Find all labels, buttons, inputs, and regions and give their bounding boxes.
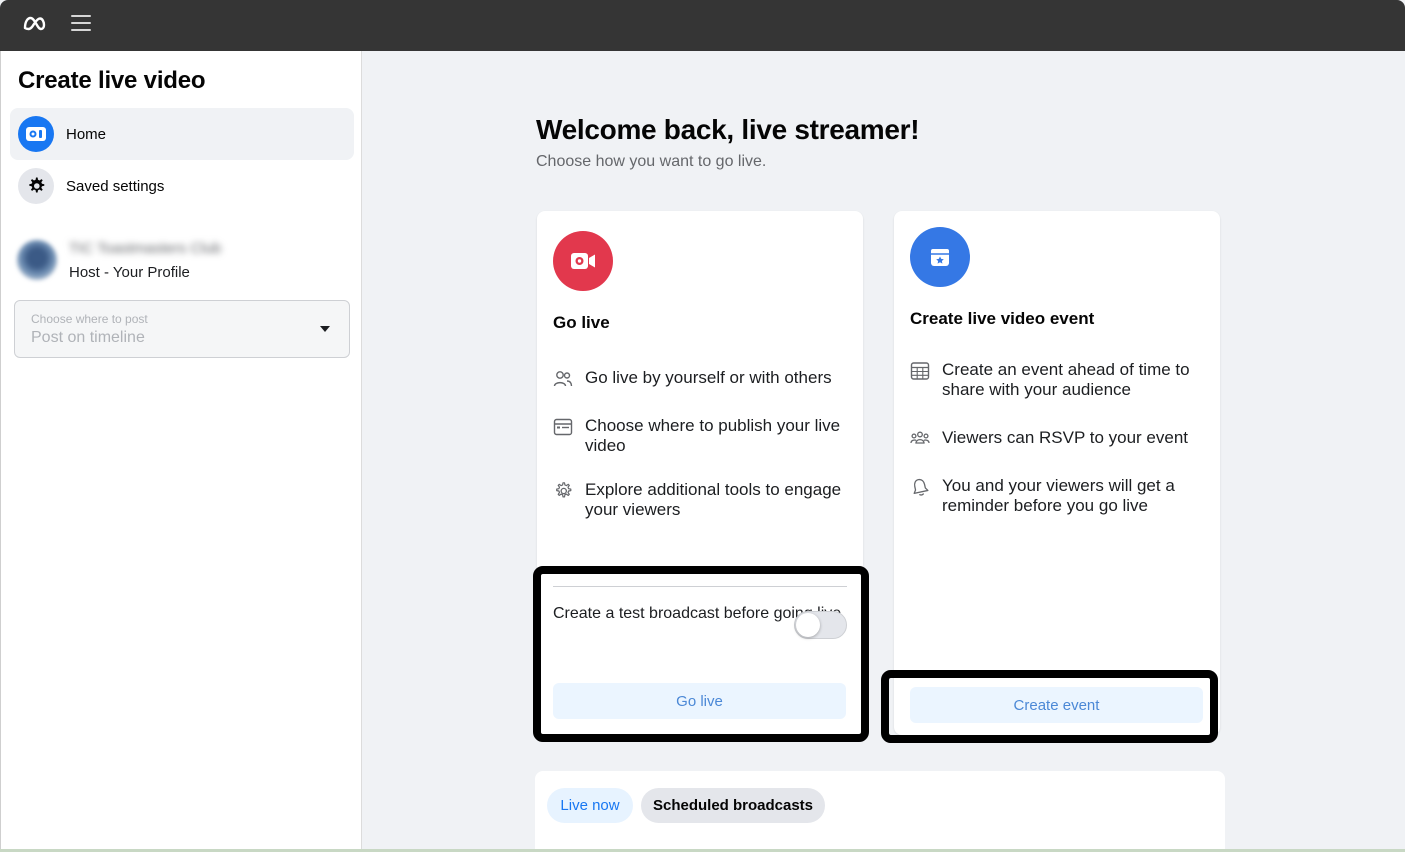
top-bar [0, 0, 1405, 51]
tab-live-now[interactable]: Live now [547, 788, 633, 823]
live-video-camera-icon [18, 116, 54, 152]
go-live-title: Go live [553, 313, 610, 332]
post-destination-select[interactable]: Choose where to post Post on timeline [14, 300, 350, 358]
calendar-star-icon [910, 227, 970, 287]
feature-text: Choose where to publish your live video [585, 416, 841, 455]
feature-text: Viewers can RSVP to your event [942, 428, 1189, 447]
profile-selector[interactable]: TIC Toastmasters Club Host - Your Profil… [17, 236, 347, 284]
post-destination-label: Choose where to post [31, 312, 148, 326]
people-icon [553, 371, 573, 387]
feature-text: Explore additional tools to engage your … [585, 480, 842, 519]
feature-text: Go live by yourself or with others [585, 368, 832, 387]
toggle-knob [796, 613, 820, 637]
avatar [17, 240, 57, 280]
feature-text: Create an event ahead of time to share w… [942, 360, 1190, 399]
calendar-grid-icon [910, 362, 930, 380]
bell-icon [913, 478, 929, 496]
feature-item: Choose where to publish your live video [553, 416, 853, 456]
hamburger-menu-icon[interactable] [71, 15, 91, 35]
create-event-title: Create live video event [910, 309, 1095, 328]
broadcasts-panel: Live now Scheduled broadcasts [535, 771, 1225, 852]
feature-item: You and your viewers will get a reminder… [910, 476, 1210, 516]
go-live-card: Go live Go live by yourself or with othe… [537, 211, 863, 735]
feature-item: Create an event ahead of time to share w… [910, 360, 1210, 400]
sidebar-item-home[interactable]: Home [10, 108, 354, 160]
feature-text: You and your viewers will get a reminder… [942, 476, 1175, 515]
post-destination-value: Post on timeline [31, 329, 145, 346]
group-icon [910, 431, 930, 444]
divider [553, 586, 847, 587]
gear-icon [18, 168, 54, 204]
profile-name: TIC Toastmasters Club [69, 239, 222, 257]
go-live-button[interactable]: Go live [553, 683, 846, 719]
live-camera-icon [553, 231, 613, 291]
meta-logo-icon[interactable] [22, 13, 46, 35]
feature-item: Viewers can RSVP to your event [910, 428, 1210, 449]
feature-item: Go live by yourself or with others [553, 368, 853, 389]
profile-role: Host - Your Profile [69, 263, 190, 281]
browser-window-icon [553, 418, 573, 436]
page-title: Welcome back, live streamer! [536, 114, 920, 145]
sidebar-item-saved-settings[interactable]: Saved settings [10, 160, 354, 212]
gear-outline-icon [556, 482, 572, 498]
feature-item: Explore additional tools to engage your … [553, 480, 853, 520]
tab-scheduled-broadcasts[interactable]: Scheduled broadcasts [641, 788, 825, 823]
caret-down-icon [320, 326, 330, 332]
test-broadcast-toggle[interactable] [794, 611, 847, 639]
create-event-button[interactable]: Create event [910, 687, 1203, 723]
page-subtitle: Choose how you want to go live. [536, 153, 767, 170]
sidebar-item-label: Home [66, 125, 107, 143]
sidebar-item-label: Saved settings [66, 177, 165, 195]
sidebar: Create live video Home Saved settings TI… [0, 51, 362, 852]
create-event-card: Create live video event Create an event … [894, 211, 1220, 735]
sidebar-title: Create live video [18, 67, 206, 94]
